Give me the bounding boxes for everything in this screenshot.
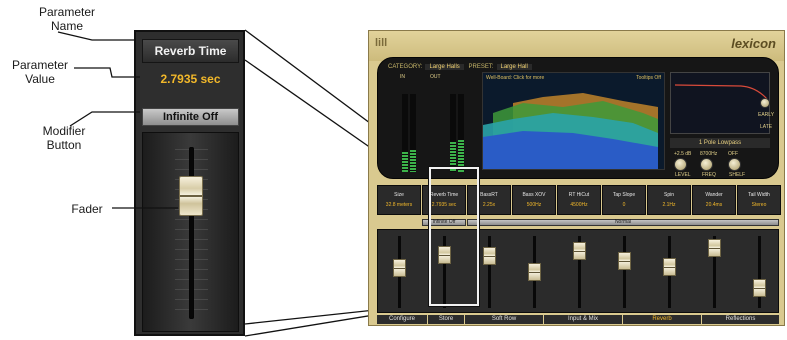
parameter-name-display: Reverb Time — [142, 39, 239, 63]
tab-reflections[interactable]: Reflections — [702, 315, 779, 324]
fader-strip — [513, 232, 557, 312]
parameter-name-annotation: Parameter Name — [38, 5, 96, 33]
eq-curve-display[interactable] — [670, 72, 770, 134]
eq-freq-knob[interactable] — [700, 158, 713, 171]
fader-strip — [693, 232, 737, 312]
param-size[interactable]: Size 32.8 meters — [377, 185, 421, 215]
fader-handle[interactable] — [483, 246, 496, 265]
bottom-tab-bar: Configure Store Soft Row Input & Mix Rev… — [377, 315, 779, 324]
fader-track[interactable] — [623, 236, 626, 308]
param-tail-width[interactable]: Tail Width Stereo — [737, 185, 781, 215]
fader-handle[interactable] — [708, 238, 721, 257]
eq-shelf-knob[interactable] — [728, 158, 741, 171]
parameter-value-display[interactable]: 2.7935 sec — [142, 68, 239, 90]
tab-store[interactable]: Store — [428, 315, 464, 324]
param-rt-hicut[interactable]: RT HiCut 4500Hz — [557, 185, 601, 215]
output-meter-left — [450, 94, 456, 172]
category-dropdown[interactable]: Large Halls — [425, 64, 464, 70]
input-meter-right — [410, 94, 416, 172]
main-display: CATEGORY: Large Halls PRESET: Large Hall I… — [377, 57, 779, 179]
modifier-button-annotation: Modifier Button — [42, 124, 86, 152]
param-wander[interactable]: Wander 20.4ms — [692, 185, 736, 215]
early-late-knob[interactable] — [760, 98, 770, 108]
fader-track[interactable] — [189, 147, 194, 319]
fader-strip — [738, 232, 782, 312]
meter-out-label: OUT — [430, 74, 441, 80]
reverb-decay-graph[interactable]: Well-Board: Click for more Tooltips Off — [482, 72, 665, 170]
preset-dropdown[interactable]: Large Hall — [496, 64, 532, 70]
zoomed-channel-strip: Reverb Time 2.7935 sec Infinite Off — [134, 30, 245, 336]
fader-handle[interactable] — [753, 279, 766, 298]
fader-handle[interactable] — [393, 258, 406, 277]
fader-handle[interactable] — [528, 263, 541, 281]
leader-line-name — [57, 31, 134, 41]
tab-configure[interactable]: Configure — [377, 315, 427, 324]
fader-handle[interactable] — [179, 176, 203, 217]
tab-input-mix[interactable]: Input & Mix — [544, 315, 622, 324]
fader-well — [142, 132, 239, 332]
normal-mode-bar[interactable]: Normal — [467, 219, 779, 226]
fader-strip — [378, 232, 422, 312]
input-meter-left — [402, 94, 408, 172]
tab-reverb[interactable]: Reverb — [623, 315, 701, 324]
fader-annotation: Fader — [71, 202, 103, 216]
param-bass-xov[interactable]: Bass XOV 500Hz — [512, 185, 556, 215]
param-spin[interactable]: Spin 2.1Hz — [647, 185, 691, 215]
preset-selector-row: CATEGORY: Large Halls PRESET: Large Hall — [388, 64, 535, 70]
fader-handle[interactable] — [618, 252, 631, 271]
fader-handle[interactable] — [573, 242, 586, 261]
meter-in-label: IN — [400, 74, 405, 80]
fader-strip — [558, 232, 602, 312]
fader-strip — [603, 232, 647, 312]
leader-line-value — [74, 67, 140, 78]
eq-level-knob[interactable] — [674, 158, 687, 171]
logo-mark: lill — [375, 37, 388, 49]
fader-handle[interactable] — [663, 257, 676, 276]
fader-strip — [648, 232, 692, 312]
output-meter-right — [458, 94, 464, 172]
lexicon-logo: lexicon — [731, 36, 776, 51]
zoom-highlight-frame — [428, 166, 480, 307]
modifier-button[interactable]: Infinite Off — [142, 108, 239, 126]
eq-curve-graphic — [674, 84, 768, 100]
figure: Parameter Name Parameter Value Modifier … — [0, 0, 787, 340]
fader-track[interactable] — [758, 236, 761, 308]
eq-filter-select[interactable]: 1 Pole Lowpass — [670, 138, 770, 148]
decay-bands-graphic — [483, 93, 658, 169]
tab-soft-row[interactable]: Soft Row — [465, 315, 543, 324]
parameter-value-annotation: Parameter Value — [11, 58, 69, 86]
param-tap-slope[interactable]: Tap Slope 0 — [602, 185, 646, 215]
